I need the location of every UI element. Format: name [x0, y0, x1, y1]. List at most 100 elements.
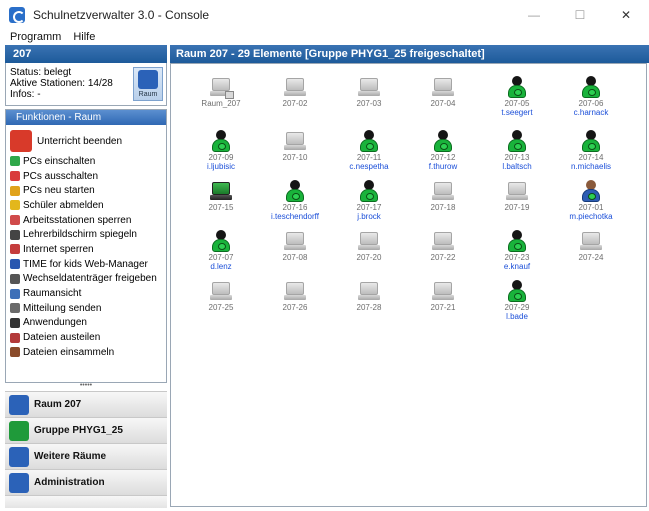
station[interactable]: 207-19 — [487, 180, 547, 212]
function-item[interactable]: PCs neu starten — [10, 183, 166, 198]
station-id: 207-22 — [430, 253, 456, 262]
station-user: i.ljubisic — [206, 162, 235, 171]
web-manager-icon — [10, 259, 20, 270]
nav-button[interactable]: Weitere Räume — [5, 443, 167, 469]
station[interactable]: 207-01 m.piechotka — [561, 180, 621, 221]
function-item[interactable]: Wechseldatenträger freigeben — [10, 272, 166, 287]
function-item[interactable]: TIME for kids Web-Manager — [10, 257, 166, 272]
computer-off-icon — [284, 280, 306, 302]
station[interactable]: 207-25 — [191, 280, 251, 312]
administration-icon — [9, 472, 29, 493]
station-user: l.bade — [506, 312, 528, 321]
station-icon-wrap — [580, 230, 602, 252]
station-id: 207-09 — [208, 153, 234, 162]
station[interactable]: 207-16 i.teschendorff — [265, 180, 325, 221]
station[interactable]: 207-17 j.brock — [339, 180, 399, 221]
station[interactable]: 207-13 l.baltsch — [487, 130, 547, 171]
student-station-icon — [580, 76, 602, 98]
left-panel-header: 207 — [5, 45, 167, 63]
computer-off-icon — [284, 130, 306, 152]
maximize-button[interactable]: ☐ — [557, 0, 603, 30]
nav-button[interactable]: Administration — [5, 469, 167, 495]
station-id: 207-21 — [430, 303, 456, 312]
function-item[interactable]: Lehrerbildschirm spiegeln — [10, 227, 166, 242]
menu-bar: Programm Hilfe — [0, 30, 649, 44]
computer-off-icon — [432, 180, 454, 202]
station-id: 207-20 — [356, 253, 382, 262]
function-item[interactable]: Dateien austeilen — [10, 330, 166, 345]
student-station-icon — [210, 230, 232, 252]
station[interactable]: 207-15 — [191, 180, 251, 212]
station[interactable]: 207-11 c.nespetha — [339, 130, 399, 171]
station[interactable]: 207-07 d.lenz — [191, 230, 251, 271]
station[interactable]: 207-03 — [339, 76, 399, 108]
room-icon — [138, 70, 158, 89]
station[interactable]: 207-20 — [339, 230, 399, 262]
function-item[interactable]: PCs einschalten — [10, 154, 166, 169]
function-item[interactable]: Internet sperren — [10, 242, 166, 257]
station-icon-wrap — [432, 130, 454, 152]
station[interactable]: 207-21 — [413, 280, 473, 312]
station[interactable]: 207-04 — [413, 76, 473, 108]
station-user: t.seegert — [501, 108, 533, 117]
function-label: Lehrerbildschirm spiegeln — [23, 229, 137, 241]
function-item[interactable]: Mitteilung senden — [10, 301, 166, 316]
station[interactable]: 207-22 — [413, 230, 473, 262]
station[interactable]: 207-18 — [413, 180, 473, 212]
stop-lesson-icon — [10, 130, 32, 152]
station-id: 207-02 — [282, 99, 308, 108]
station-id: 207-06 — [578, 99, 604, 108]
function-item[interactable]: PCs ausschalten — [10, 169, 166, 184]
function-label: PCs einschalten — [23, 155, 96, 167]
function-item[interactable]: Arbeitsstationen sperren — [10, 213, 166, 228]
function-label: Dateien einsammeln — [23, 346, 115, 358]
nav-button-label: Weitere Räume — [34, 451, 107, 462]
station[interactable]: 207-08 — [265, 230, 325, 262]
function-item[interactable]: Schüler abmelden — [10, 198, 166, 213]
function-label: Wechseldatenträger freigeben — [23, 273, 157, 285]
station[interactable]: 207-23 e.knauf — [487, 230, 547, 271]
student-station-icon — [506, 130, 528, 152]
computer-off-icon — [284, 76, 306, 98]
station[interactable]: 207-26 — [265, 280, 325, 312]
applications-icon — [10, 317, 20, 328]
station-icon-wrap — [506, 76, 528, 98]
function-label: PCs ausschalten — [23, 170, 99, 182]
mirror-screen-icon — [10, 229, 20, 240]
room-view-header: Raum 207 - 29 Elemente [Gruppe PHYG1_25 … — [170, 45, 649, 63]
station-id: 207-03 — [356, 99, 382, 108]
station[interactable]: 207-29 l.bade — [487, 280, 547, 321]
station[interactable]: 207-05 t.seegert — [487, 76, 547, 117]
function-item[interactable]: Dateien einsammeln — [10, 345, 166, 360]
function-item[interactable]: Raumansicht — [10, 286, 166, 301]
group-icon — [9, 420, 29, 441]
function-item[interactable]: Unterricht beenden — [10, 128, 166, 154]
menu-hilfe[interactable]: Hilfe — [73, 31, 95, 43]
station-icon-wrap — [210, 230, 232, 252]
station[interactable]: 207-09 i.ljubisic — [191, 130, 251, 171]
close-button[interactable]: ✕ — [603, 0, 649, 30]
nav-button[interactable]: Raum 207 — [5, 391, 167, 417]
station[interactable]: 207-06 c.harnack — [561, 76, 621, 117]
station-icon-wrap — [432, 180, 454, 202]
room-button[interactable]: Raum — [133, 67, 163, 101]
student-station-icon — [284, 180, 306, 202]
station-id: 207-01 — [578, 203, 604, 212]
station[interactable]: 207-10 — [265, 130, 325, 162]
station-id: 207-28 — [356, 303, 382, 312]
menu-programm[interactable]: Programm — [10, 31, 61, 43]
station[interactable]: 207-24 — [561, 230, 621, 262]
student-station-icon — [506, 280, 528, 302]
panel-splitter[interactable]: ••••• — [5, 382, 167, 391]
station[interactable]: 207-02 — [265, 76, 325, 108]
station[interactable]: Raum_207 — [191, 76, 251, 108]
distribute-files-icon — [10, 332, 20, 343]
station[interactable]: 207-12 f.thurow — [413, 130, 473, 171]
nav-button[interactable]: Gruppe PHYG1_25 — [5, 417, 167, 443]
station[interactable]: 207-14 n.michaelis — [561, 130, 621, 171]
station-user: e.knauf — [503, 262, 531, 271]
station[interactable]: 207-28 — [339, 280, 399, 312]
function-item[interactable]: Anwendungen — [10, 316, 166, 331]
station-icon-wrap — [580, 180, 602, 202]
minimize-button[interactable]: — — [511, 0, 557, 30]
